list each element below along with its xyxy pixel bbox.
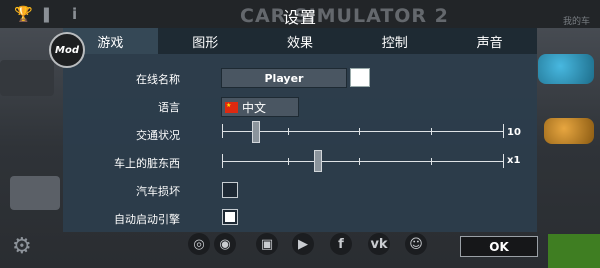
language-value: 中文 <box>242 100 267 115</box>
tab-controls[interactable]: 控制 <box>347 28 442 54</box>
slider-tick <box>288 158 289 165</box>
slider-track <box>222 131 504 132</box>
online-name-label: 在线名称 <box>136 73 180 86</box>
car-thumbnail <box>544 118 594 144</box>
tab-graphics[interactable]: 图形 <box>158 28 253 54</box>
background-card <box>10 176 60 210</box>
slider-tick <box>503 154 504 168</box>
auto-start-label: 自动启动引擎 <box>114 213 180 226</box>
slider-tick <box>431 158 432 165</box>
dialog-title: 设置 <box>282 8 317 27</box>
china-flag-icon: ★ <box>225 101 238 113</box>
slider-tick <box>222 124 223 138</box>
language-label: 语言 <box>158 101 180 114</box>
traffic-slider-thumb[interactable] <box>251 121 260 143</box>
youtube-icon: ▶ <box>292 233 314 255</box>
instagram-icon: ◎ <box>188 233 210 255</box>
background-button <box>548 234 600 268</box>
settings-panel <box>63 28 537 232</box>
slider-tick <box>359 128 360 135</box>
mod-badge: Mod <box>49 32 85 68</box>
slider-track <box>222 161 504 162</box>
car-damage-checkbox[interactable] <box>222 182 238 198</box>
discord-icon: ☺ <box>405 233 427 255</box>
twitch-icon: ▣ <box>256 233 278 255</box>
slider-tick <box>288 128 289 135</box>
slider-tick <box>359 158 360 165</box>
slider-tick <box>503 124 504 138</box>
slider-tick <box>431 128 432 135</box>
slider-tick <box>222 154 223 168</box>
online-name-input[interactable]: Player <box>221 68 347 88</box>
gear-icon: ⚙ <box>12 234 32 259</box>
tab-bar: 游戏 图形 效果 控制 声音 <box>63 28 537 54</box>
name-color-swatch[interactable] <box>350 68 370 87</box>
vk-icon: vk <box>368 233 390 255</box>
auto-start-checkbox[interactable] <box>222 209 238 225</box>
traffic-label: 交通状况 <box>136 129 180 142</box>
dirt-label: 车上的脏东西 <box>114 157 180 170</box>
car-damage-label: 汽车损坏 <box>136 185 180 198</box>
tab-sound[interactable]: 声音 <box>442 28 537 54</box>
car-thumbnail <box>538 54 594 84</box>
language-select[interactable]: ★ 中文 <box>221 97 299 117</box>
traffic-value: 10 <box>507 127 521 138</box>
instagram-icon: ◉ <box>214 233 236 255</box>
tab-effects[interactable]: 效果 <box>253 28 348 54</box>
dirt-value: x1 <box>507 155 521 166</box>
facebook-icon: f <box>330 233 352 255</box>
dirt-slider-thumb[interactable] <box>313 150 322 172</box>
ok-button[interactable]: OK <box>460 236 538 257</box>
background-panel <box>0 60 54 96</box>
